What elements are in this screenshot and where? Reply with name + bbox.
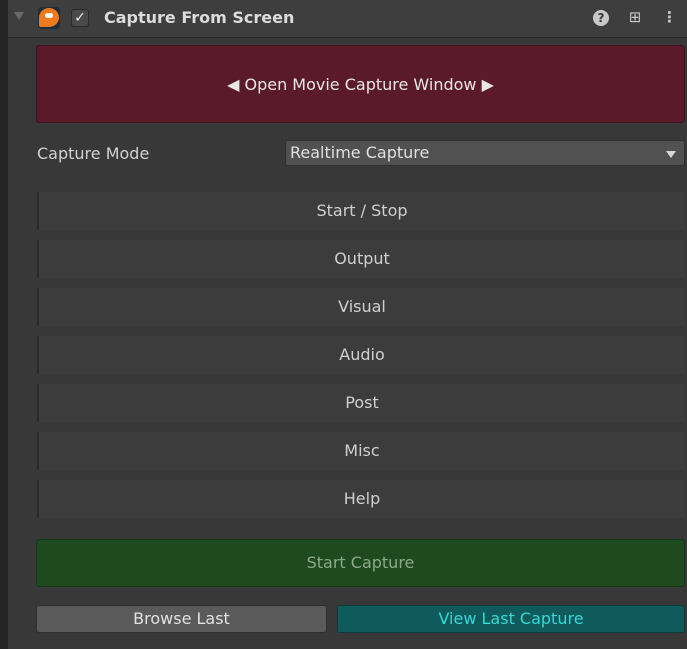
open-movie-capture-window-button[interactable]: ◀ Open Movie Capture Window ▶ [36, 45, 685, 123]
section-audio[interactable]: Audio [37, 336, 685, 374]
section-misc[interactable]: Misc [37, 432, 685, 470]
browse-last-button[interactable]: Browse Last [36, 605, 327, 633]
capture-mode-dropdown[interactable]: Realtime Capture [285, 140, 685, 166]
movie-capture-logo-icon [38, 7, 60, 29]
movie-capture-inspector: ✓ Capture From Screen ? ⊞ ⋮ ◀ Open Movie… [8, 0, 687, 649]
section-start-stop[interactable]: Start / Stop [37, 192, 685, 230]
section-output[interactable]: Output [37, 240, 685, 278]
help-icon[interactable]: ? [593, 10, 609, 26]
capture-mode-value: Realtime Capture [290, 143, 430, 162]
start-capture-button[interactable]: Start Capture [36, 539, 685, 587]
foldout-icon[interactable] [14, 12, 24, 20]
view-last-capture-button[interactable]: View Last Capture [337, 605, 685, 633]
preset-icon[interactable]: ⊞ [626, 8, 644, 26]
section-help[interactable]: Help [37, 480, 685, 518]
logo-eye [45, 13, 53, 18]
enabled-checkbox[interactable]: ✓ [71, 9, 89, 27]
context-menu-icon[interactable]: ⋮ [662, 8, 677, 26]
section-post[interactable]: Post [37, 384, 685, 422]
dropdown-arrow-icon [666, 151, 676, 158]
component-title: Capture From Screen [104, 8, 295, 27]
component-header[interactable]: ✓ Capture From Screen ? ⊞ ⋮ [8, 0, 687, 38]
section-visual[interactable]: Visual [37, 288, 685, 326]
capture-mode-label: Capture Mode [37, 144, 150, 163]
